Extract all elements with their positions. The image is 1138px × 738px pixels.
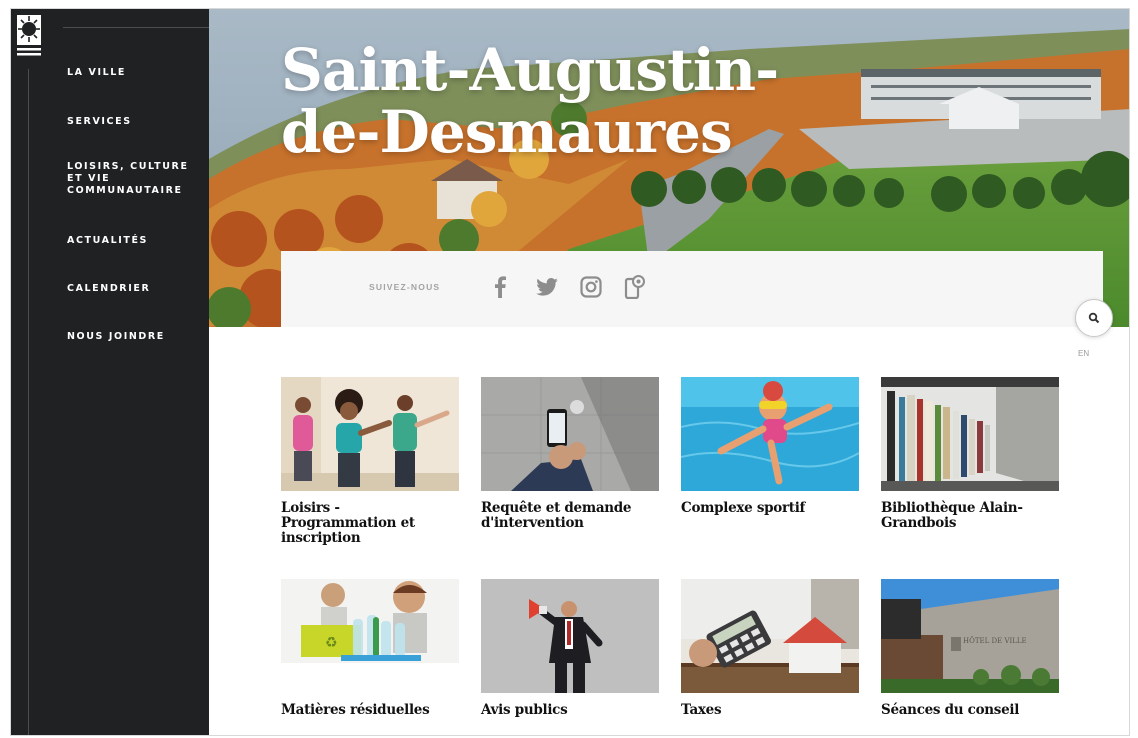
nav-item-actualites[interactable]: ACTUALITÉS [67, 235, 207, 247]
svg-text:HÔTEL DE VILLE: HÔTEL DE VILLE [963, 636, 1027, 645]
tile-bibliotheque[interactable]: Bibliothèque Alain-Grandbois [881, 377, 1059, 531]
tile-image-recycling-kids: ♻ [281, 579, 459, 663]
city-logo[interactable] [15, 13, 43, 59]
tile-image-child-swimming [681, 377, 859, 491]
sidebar-rule [28, 69, 29, 735]
tile-seances-conseil[interactable]: HÔTEL DE VILLE Séances du conseil [881, 579, 1059, 718]
tile-image-city-hall: HÔTEL DE VILLE [881, 579, 1059, 693]
tile-caption: Bibliothèque Alain-Grandbois [881, 500, 1023, 531]
tile-caption: Requête et demande d'intervention [481, 500, 632, 531]
search-icon [1088, 312, 1100, 324]
nav-item-loisirs[interactable]: LOISIRS, CULTURE ET VIE COMMUNAUTAIRE [67, 161, 207, 197]
nav-item-services[interactable]: SERVICES [67, 116, 207, 128]
tile-image-fitness-class [281, 377, 459, 491]
twitter-icon[interactable] [533, 273, 561, 301]
tile-caption: Séances du conseil [881, 702, 1020, 718]
facebook-icon[interactable] [486, 273, 514, 301]
instagram-icon[interactable] [577, 273, 605, 301]
tile-caption: Loisirs - Programmation et inscription [281, 500, 415, 546]
tile-caption: Complexe sportif [681, 500, 806, 516]
page-frame: LA VILLE SERVICES LOISIRS, CULTURE ET VI… [10, 8, 1130, 736]
sidebar: LA VILLE SERVICES LOISIRS, CULTURE ET VI… [11, 9, 209, 735]
page-title: Saint-Augustin- de-Desmaures [281, 36, 779, 166]
sidebar-divider [63, 27, 209, 28]
search-button[interactable] [1075, 299, 1113, 337]
tile-image-smartphone-hand [481, 377, 659, 491]
tile-caption: Matières résiduelles [281, 702, 430, 718]
tile-image-library-shelves [881, 377, 1059, 491]
social-label: SUIVEZ-NOUS [369, 282, 441, 292]
language-switch[interactable]: EN [1078, 349, 1089, 358]
nav-item-calendrier[interactable]: CALENDRIER [67, 283, 207, 295]
tile-taxes[interactable]: Taxes [681, 579, 859, 718]
tile-image-calculator-house [681, 579, 859, 693]
nav-item-la-ville[interactable]: LA VILLE [67, 67, 207, 79]
tile-loisirs[interactable]: Loisirs - Programmation et inscription [281, 377, 459, 546]
tile-matieres-residuelles[interactable]: ♻ Matières résiduelles [281, 579, 459, 718]
svg-text:♻: ♻ [325, 635, 338, 651]
tile-requete[interactable]: Requête et demande d'intervention [481, 377, 659, 531]
citizen-app-icon[interactable] [621, 273, 649, 301]
tile-caption: Taxes [681, 702, 722, 718]
tile-avis-publics[interactable]: Avis publics [481, 579, 659, 718]
tile-caption: Avis publics [481, 702, 568, 718]
social-bar: SUIVEZ-NOUS [281, 251, 1103, 327]
tile-image-megaphone-man [481, 579, 659, 693]
nav-item-nous-joindre[interactable]: NOUS JOINDRE [67, 331, 207, 343]
tile-complexe-sportif[interactable]: Complexe sportif [681, 377, 859, 516]
